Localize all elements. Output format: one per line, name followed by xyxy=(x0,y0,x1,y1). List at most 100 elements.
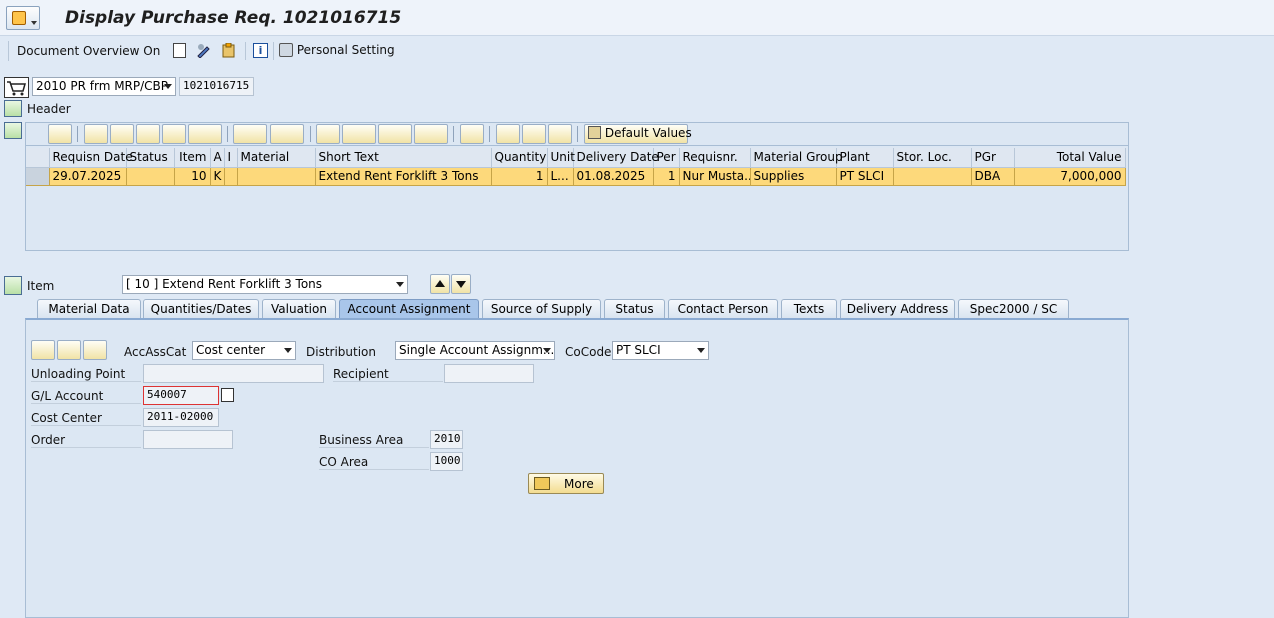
accasscat-select[interactable]: Cost center xyxy=(192,341,296,360)
collapse-items-icon[interactable] xyxy=(4,122,22,139)
cocode-value: PT SLCI xyxy=(616,343,661,357)
multiple-assignment-icon[interactable] xyxy=(31,340,55,360)
tab-spec2000-sc[interactable]: Spec2000 / SC xyxy=(958,299,1069,318)
tab-texts[interactable]: Texts xyxy=(781,299,837,318)
layout-icon[interactable] xyxy=(414,124,448,144)
transfer-icon[interactable] xyxy=(496,124,520,144)
table-cell[interactable]: 01.08.2025 xyxy=(573,167,654,186)
table-cell[interactable] xyxy=(126,167,175,186)
table-cell[interactable] xyxy=(893,167,972,186)
order-field[interactable] xyxy=(143,430,233,449)
column-header[interactable]: I xyxy=(224,148,238,168)
tab-delivery-address[interactable]: Delivery Address xyxy=(840,299,955,318)
info-icon[interactable]: i xyxy=(253,43,268,58)
previous-item-button[interactable] xyxy=(430,274,450,294)
column-header[interactable]: Short Text xyxy=(315,148,492,168)
column-header[interactable]: Material Group xyxy=(750,148,843,168)
expand-header-icon[interactable] xyxy=(4,100,22,117)
distribution-select[interactable]: Single Account Assignm... xyxy=(395,341,555,360)
next-item-button[interactable] xyxy=(451,274,471,294)
column-header[interactable]: Quantity xyxy=(491,148,548,168)
table-cell[interactable]: L... xyxy=(547,167,574,186)
item-select-value: [ 10 ] Extend Rent Forklift 3 Tons xyxy=(126,277,323,291)
sort-descending-icon[interactable] xyxy=(110,124,134,144)
table-cell[interactable]: Nur Musta... xyxy=(679,167,751,186)
table-cell[interactable]: Extend Rent Forklift 3 Tons xyxy=(315,167,492,186)
tab-status[interactable]: Status xyxy=(604,299,665,318)
gl-account-field[interactable]: 540007 xyxy=(143,386,219,405)
find-next-icon[interactable] xyxy=(162,124,186,144)
column-header[interactable]: Unit xyxy=(547,148,575,168)
table-cell[interactable]: 10 xyxy=(174,167,211,186)
table-cell[interactable]: 1 xyxy=(491,167,548,186)
select-all-icon[interactable] xyxy=(26,148,50,168)
tab-quantities-dates[interactable]: Quantities/Dates xyxy=(143,299,259,318)
column-header[interactable]: Material xyxy=(237,148,316,168)
document-type-select[interactable]: 2010 PR frm MRP/CBP xyxy=(32,77,176,96)
table-cell[interactable]: DBA xyxy=(971,167,1015,186)
copy-icon[interactable] xyxy=(221,388,234,402)
cart-icon[interactable] xyxy=(4,77,29,98)
export-icon[interactable] xyxy=(378,124,412,144)
info-icon[interactable] xyxy=(460,124,484,144)
subtotal-icon[interactable] xyxy=(270,124,304,144)
table-cell[interactable]: PT SLCI xyxy=(836,167,894,186)
tab-material-data[interactable]: Material Data xyxy=(37,299,141,318)
details-icon[interactable] xyxy=(48,124,72,144)
unloading-point-field[interactable] xyxy=(143,364,324,383)
clipboard-icon[interactable] xyxy=(548,124,572,144)
new-document-icon[interactable] xyxy=(173,43,186,58)
table-cell[interactable] xyxy=(237,167,316,186)
print-icon[interactable] xyxy=(316,124,340,144)
app-menu-button[interactable] xyxy=(6,6,40,30)
column-header[interactable]: Requisn Date xyxy=(49,148,133,168)
table-row[interactable]: 29.07.2025 10 K Extend Rent Forklift 3 Tons… xyxy=(26,167,1126,186)
clipboard-icon[interactable] xyxy=(221,42,237,58)
column-header[interactable]: Requisnr. xyxy=(679,148,751,168)
edit-pencil-icon[interactable] xyxy=(57,340,81,360)
column-header[interactable]: Per xyxy=(653,148,680,168)
sort-ascending-icon[interactable] xyxy=(84,124,108,144)
co-area-field[interactable]: 1000 xyxy=(430,452,463,471)
find-icon[interactable] xyxy=(136,124,160,144)
table-cell[interactable]: 1 xyxy=(653,167,680,186)
document-number-field[interactable]: 1021016715 xyxy=(179,77,254,96)
sum-icon[interactable] xyxy=(233,124,267,144)
cocode-select[interactable]: PT SLCI xyxy=(612,341,709,360)
column-header[interactable]: Total Value xyxy=(1014,148,1126,168)
table-cell[interactable]: Supplies xyxy=(750,167,837,186)
tab-account-assignment[interactable]: Account Assignment xyxy=(339,299,479,319)
tab-valuation[interactable]: Valuation xyxy=(262,299,336,318)
column-header[interactable]: Delivery Date xyxy=(573,148,659,168)
column-header[interactable]: Item xyxy=(174,148,211,168)
tab-source-of-supply[interactable]: Source of Supply xyxy=(482,299,601,318)
column-header[interactable]: PGr xyxy=(971,148,1015,168)
table-cell[interactable]: 29.07.2025 xyxy=(49,167,127,186)
expand-item-icon[interactable] xyxy=(4,276,22,295)
table-cell[interactable]: K xyxy=(210,167,225,186)
business-area-field[interactable]: 2010 xyxy=(430,430,463,449)
default-values-icon xyxy=(588,126,601,139)
views-icon[interactable] xyxy=(342,124,376,144)
chevron-down-icon xyxy=(396,282,404,287)
tab-contact-person[interactable]: Contact Person xyxy=(668,299,778,318)
copy-icon[interactable] xyxy=(522,124,546,144)
cost-center-field[interactable]: 2011-02000 xyxy=(143,408,219,427)
filter-icon[interactable] xyxy=(188,124,222,144)
table-cell[interactable] xyxy=(224,167,238,186)
recipient-field[interactable] xyxy=(444,364,534,383)
column-header[interactable]: A xyxy=(210,148,225,168)
more-button[interactable]: More xyxy=(528,473,604,494)
default-values-button[interactable]: Default Values xyxy=(584,124,692,144)
column-header[interactable]: Status xyxy=(126,148,175,168)
personal-setting-button[interactable]: Personal Setting xyxy=(279,43,395,57)
table-cell[interactable]: 7,000,000 xyxy=(1014,167,1126,186)
item-select[interactable]: [ 10 ] Extend Rent Forklift 3 Tons xyxy=(122,275,408,294)
column-header[interactable]: Stor. Loc. xyxy=(893,148,972,168)
column-header[interactable]: Plant xyxy=(836,148,894,168)
edit-icon[interactable] xyxy=(196,43,212,59)
distribution-value: Single Account Assignm... xyxy=(399,343,555,357)
factory-icon[interactable] xyxy=(83,340,107,360)
document-overview-button[interactable]: Document Overview On xyxy=(14,42,163,60)
row-selector[interactable] xyxy=(26,167,50,186)
